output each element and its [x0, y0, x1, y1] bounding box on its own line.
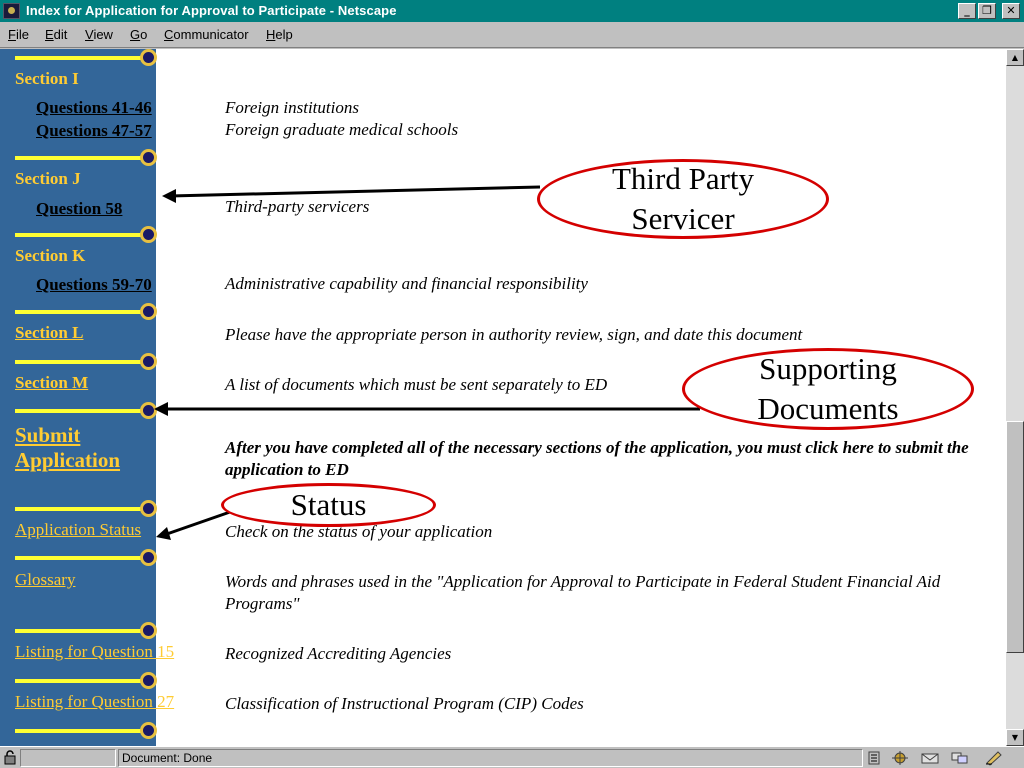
- menu-file[interactable]: File: [8, 27, 29, 42]
- page-content: Section I Questions 41-46 Foreign instit…: [0, 49, 1006, 746]
- arrowhead-supporting-icon: [154, 402, 168, 416]
- netscape-icon[interactable]: [3, 3, 20, 19]
- callout-status: Status: [221, 483, 436, 527]
- scroll-up-button[interactable]: ▲: [1006, 49, 1024, 66]
- callout-third-party-servicer: Third Party Servicer: [537, 159, 829, 239]
- title-bar: Index for Application for Approval to Pa…: [0, 0, 1024, 22]
- menu-communicator[interactable]: Communicator: [164, 27, 249, 42]
- menu-edit[interactable]: Edit: [45, 27, 67, 42]
- arrow-status: [163, 510, 231, 537]
- discussion-groups-icon[interactable]: [950, 750, 970, 766]
- vertical-scrollbar[interactable]: ▲ ▼: [1006, 49, 1024, 746]
- composer-icon[interactable]: [984, 750, 1004, 766]
- close-button[interactable]: ✕: [1002, 3, 1020, 19]
- minimize-button[interactable]: _: [958, 3, 976, 19]
- menu-bar: File Edit View Go Communicator Help: [0, 22, 1024, 48]
- scroll-thumb[interactable]: [1006, 421, 1024, 653]
- progress-cell: [20, 749, 116, 767]
- callout-text: Status: [290, 487, 367, 522]
- arrow-third-party: [169, 185, 541, 198]
- window-title: Index for Application for Approval to Pa…: [26, 3, 397, 18]
- status-text: Document: Done: [118, 749, 863, 767]
- navigator-icon[interactable]: [890, 750, 910, 766]
- menu-go[interactable]: Go: [130, 27, 147, 42]
- restore-button[interactable]: ❐: [978, 3, 996, 19]
- callout-text: Servicer: [631, 201, 735, 236]
- status-bar: Document: Done: [0, 746, 1024, 768]
- arrowhead-status-icon: [156, 527, 171, 540]
- security-lock-icon[interactable]: [2, 750, 18, 765]
- callout-text: Supporting: [759, 351, 897, 386]
- callout-text: Documents: [757, 391, 899, 426]
- scroll-down-button[interactable]: ▼: [1006, 729, 1024, 746]
- menu-help[interactable]: Help: [266, 27, 293, 42]
- callout-text: Third Party: [611, 161, 755, 196]
- arrowhead-third-party-icon: [162, 189, 176, 203]
- menu-view[interactable]: View: [85, 27, 113, 42]
- mail-icon[interactable]: [920, 750, 940, 766]
- callout-supporting-documents: Supporting Documents: [682, 348, 974, 430]
- component-bar-icon[interactable]: [866, 750, 886, 766]
